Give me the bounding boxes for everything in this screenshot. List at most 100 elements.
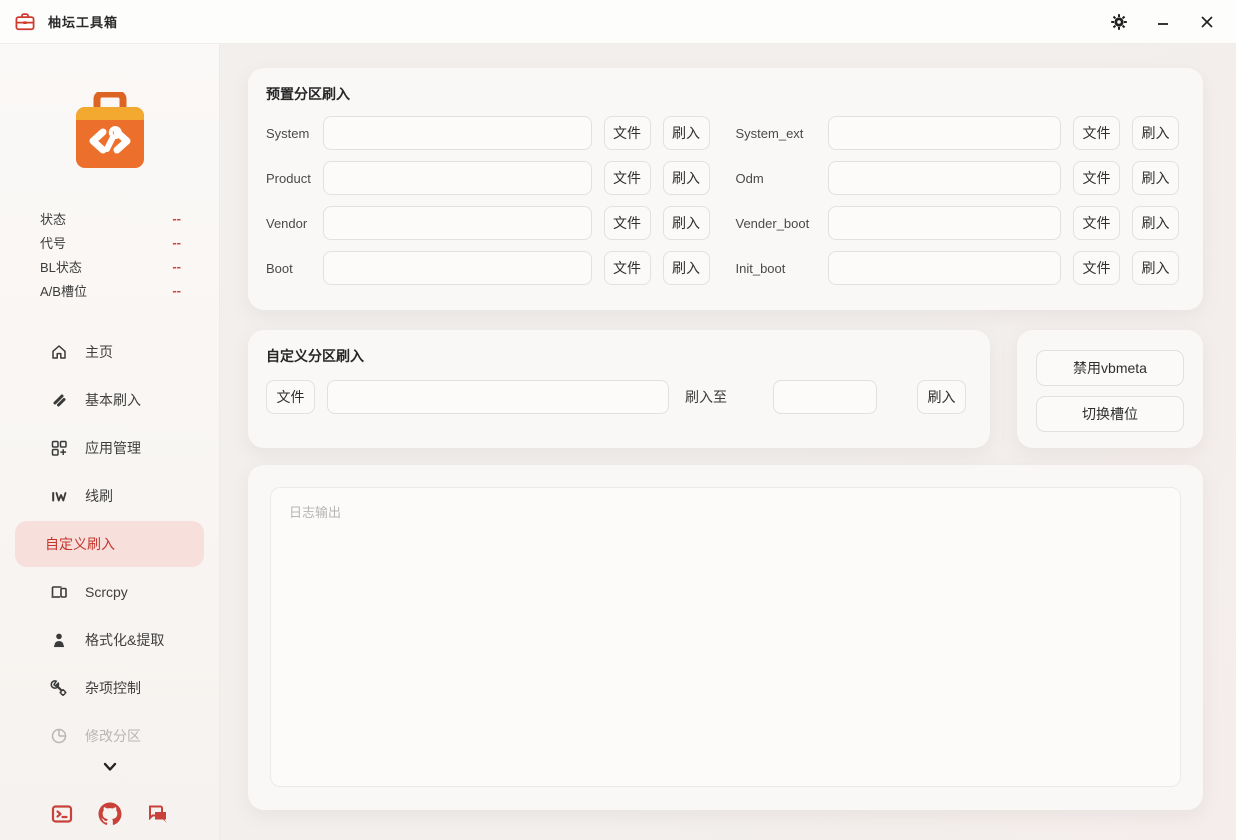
sidebar-item-label: 修改分区	[85, 726, 141, 746]
preset-row-system: System 文件 刷入	[266, 116, 710, 150]
app-window: 柚坛工具箱	[0, 0, 1236, 840]
status-label: A/B槽位	[40, 281, 87, 300]
main-content: 预置分区刷入 System 文件 刷入 Product 文件	[220, 44, 1236, 840]
terminal-icon[interactable]	[50, 802, 74, 826]
file-button[interactable]: 文件	[1073, 116, 1120, 150]
app-logo	[0, 44, 219, 170]
sidebar-item-modify-partition[interactable]: 修改分区	[0, 712, 219, 760]
sidebar-item-label: Scrcpy	[85, 584, 128, 600]
gear-icon[interactable]	[1104, 7, 1134, 37]
sidebar-item-label: 主页	[85, 342, 113, 362]
custom-partition-section: 自定义分区刷入 文件 刷入至 刷入	[248, 330, 990, 448]
flash-to-label: 刷入至	[685, 387, 727, 407]
disable-vbmeta-button[interactable]: 禁用vbmeta	[1036, 350, 1184, 386]
sidebar-item-custom-flash[interactable]: 自定义刷入	[15, 521, 204, 567]
flash-button[interactable]: 刷入	[1132, 206, 1179, 240]
toolbox-icon	[14, 11, 36, 33]
file-button[interactable]: 文件	[1073, 161, 1120, 195]
boot-image-input[interactable]	[323, 251, 592, 285]
sidebar-item-fastboot-flash[interactable]: 线刷	[0, 472, 219, 520]
switch-slot-button[interactable]: 切换槽位	[1036, 396, 1184, 432]
status-label: BL状态	[40, 257, 82, 276]
sidebar-item-label: 自定义刷入	[45, 534, 115, 554]
status-row: A/B槽位 --	[40, 278, 181, 302]
file-button[interactable]: 文件	[1073, 251, 1120, 285]
sidebar-item-label: 基本刷入	[85, 390, 141, 410]
status-value: --	[172, 259, 181, 274]
preset-row-vendor-boot: Vender_boot 文件 刷入	[736, 206, 1180, 240]
status-row: 代号 --	[40, 230, 181, 254]
partition-label: Odm	[736, 171, 828, 186]
system-ext-image-input[interactable]	[828, 116, 1062, 150]
system-image-input[interactable]	[323, 116, 592, 150]
flash-button[interactable]: 刷入	[663, 251, 710, 285]
sidebar: 状态 -- 代号 -- BL状态 -- A/B槽位 --	[0, 44, 220, 840]
custom-file-input[interactable]	[327, 380, 669, 414]
device-status-block: 状态 -- 代号 -- BL状态 -- A/B槽位 --	[40, 206, 181, 302]
close-icon[interactable]	[1192, 7, 1222, 37]
app-body: 状态 -- 代号 -- BL状态 -- A/B槽位 --	[0, 44, 1236, 840]
preset-row-odm: Odm 文件 刷入	[736, 161, 1180, 195]
sidebar-item-label: 杂项控制	[85, 678, 141, 698]
sidebar-item-label: 应用管理	[85, 438, 141, 458]
partition-label: Vender_boot	[736, 216, 828, 231]
file-button[interactable]: 文件	[604, 251, 651, 285]
preset-grid: System 文件 刷入 Product 文件 刷入 Vendor	[266, 116, 1179, 296]
apps-icon	[50, 439, 68, 457]
middle-row: 自定义分区刷入 文件 刷入至 刷入 禁用vbmeta 切换槽位	[248, 330, 1203, 448]
github-icon[interactable]	[98, 802, 122, 826]
chat-icon[interactable]	[146, 802, 170, 826]
preset-column-right: System_ext 文件 刷入 Odm 文件 刷入 Vender_	[736, 116, 1180, 296]
partition-label: System_ext	[736, 126, 828, 141]
flash-button[interactable]: 刷入	[663, 116, 710, 150]
titlebar-controls	[1104, 7, 1222, 37]
vendor-image-input[interactable]	[323, 206, 592, 240]
status-value: --	[172, 211, 181, 226]
partition-label: Vendor	[266, 216, 323, 231]
sidebar-item-misc-control[interactable]: 杂项控制	[0, 664, 219, 712]
sidebar-item-home[interactable]: 主页	[0, 328, 219, 376]
target-partition-input[interactable]	[773, 380, 877, 414]
file-button[interactable]: 文件	[604, 161, 651, 195]
chevron-down-icon[interactable]	[101, 760, 119, 774]
flash-brush-icon	[50, 391, 68, 409]
preset-row-init-boot: Init_boot 文件 刷入	[736, 251, 1180, 285]
file-button[interactable]: 文件	[1073, 206, 1120, 240]
flash-button[interactable]: 刷入	[1132, 251, 1179, 285]
pie-chart-icon	[50, 727, 68, 745]
odm-image-input[interactable]	[828, 161, 1062, 195]
file-button[interactable]: 文件	[604, 116, 651, 150]
preset-section-title: 预置分区刷入	[266, 84, 1179, 104]
home-icon	[50, 343, 68, 361]
titlebar-left: 柚坛工具箱	[14, 11, 118, 33]
flash-button[interactable]: 刷入	[1132, 116, 1179, 150]
sidebar-item-app-management[interactable]: 应用管理	[0, 424, 219, 472]
flash-button[interactable]: 刷入	[663, 206, 710, 240]
flash-button[interactable]: 刷入	[663, 161, 710, 195]
vendor-boot-image-input[interactable]	[828, 206, 1062, 240]
file-button[interactable]: 文件	[266, 380, 315, 414]
log-output-section	[248, 465, 1203, 810]
flash-button[interactable]: 刷入	[1132, 161, 1179, 195]
flash-button[interactable]: 刷入	[917, 380, 966, 414]
titlebar: 柚坛工具箱	[0, 0, 1236, 44]
minimize-icon[interactable]	[1148, 7, 1178, 37]
preset-row-product: Product 文件 刷入	[266, 161, 710, 195]
file-button[interactable]: 文件	[604, 206, 651, 240]
sidebar-item-format-extract[interactable]: 格式化&提取	[0, 616, 219, 664]
preset-partition-section: 预置分区刷入 System 文件 刷入 Product 文件	[248, 68, 1203, 310]
preset-row-boot: Boot 文件 刷入	[266, 251, 710, 285]
status-value: --	[172, 283, 181, 298]
status-label: 状态	[40, 209, 66, 228]
partition-label: System	[266, 126, 323, 141]
sidebar-item-basic-flash[interactable]: 基本刷入	[0, 376, 219, 424]
custom-section-title: 自定义分区刷入	[266, 346, 970, 366]
status-label: 代号	[40, 233, 66, 252]
screen-mirror-icon	[50, 583, 68, 601]
product-image-input[interactable]	[323, 161, 592, 195]
status-row: BL状态 --	[40, 254, 181, 278]
status-row: 状态 --	[40, 206, 181, 230]
sidebar-item-scrcpy[interactable]: Scrcpy	[0, 568, 219, 616]
init-boot-image-input[interactable]	[828, 251, 1062, 285]
log-output-textarea[interactable]	[270, 487, 1181, 787]
